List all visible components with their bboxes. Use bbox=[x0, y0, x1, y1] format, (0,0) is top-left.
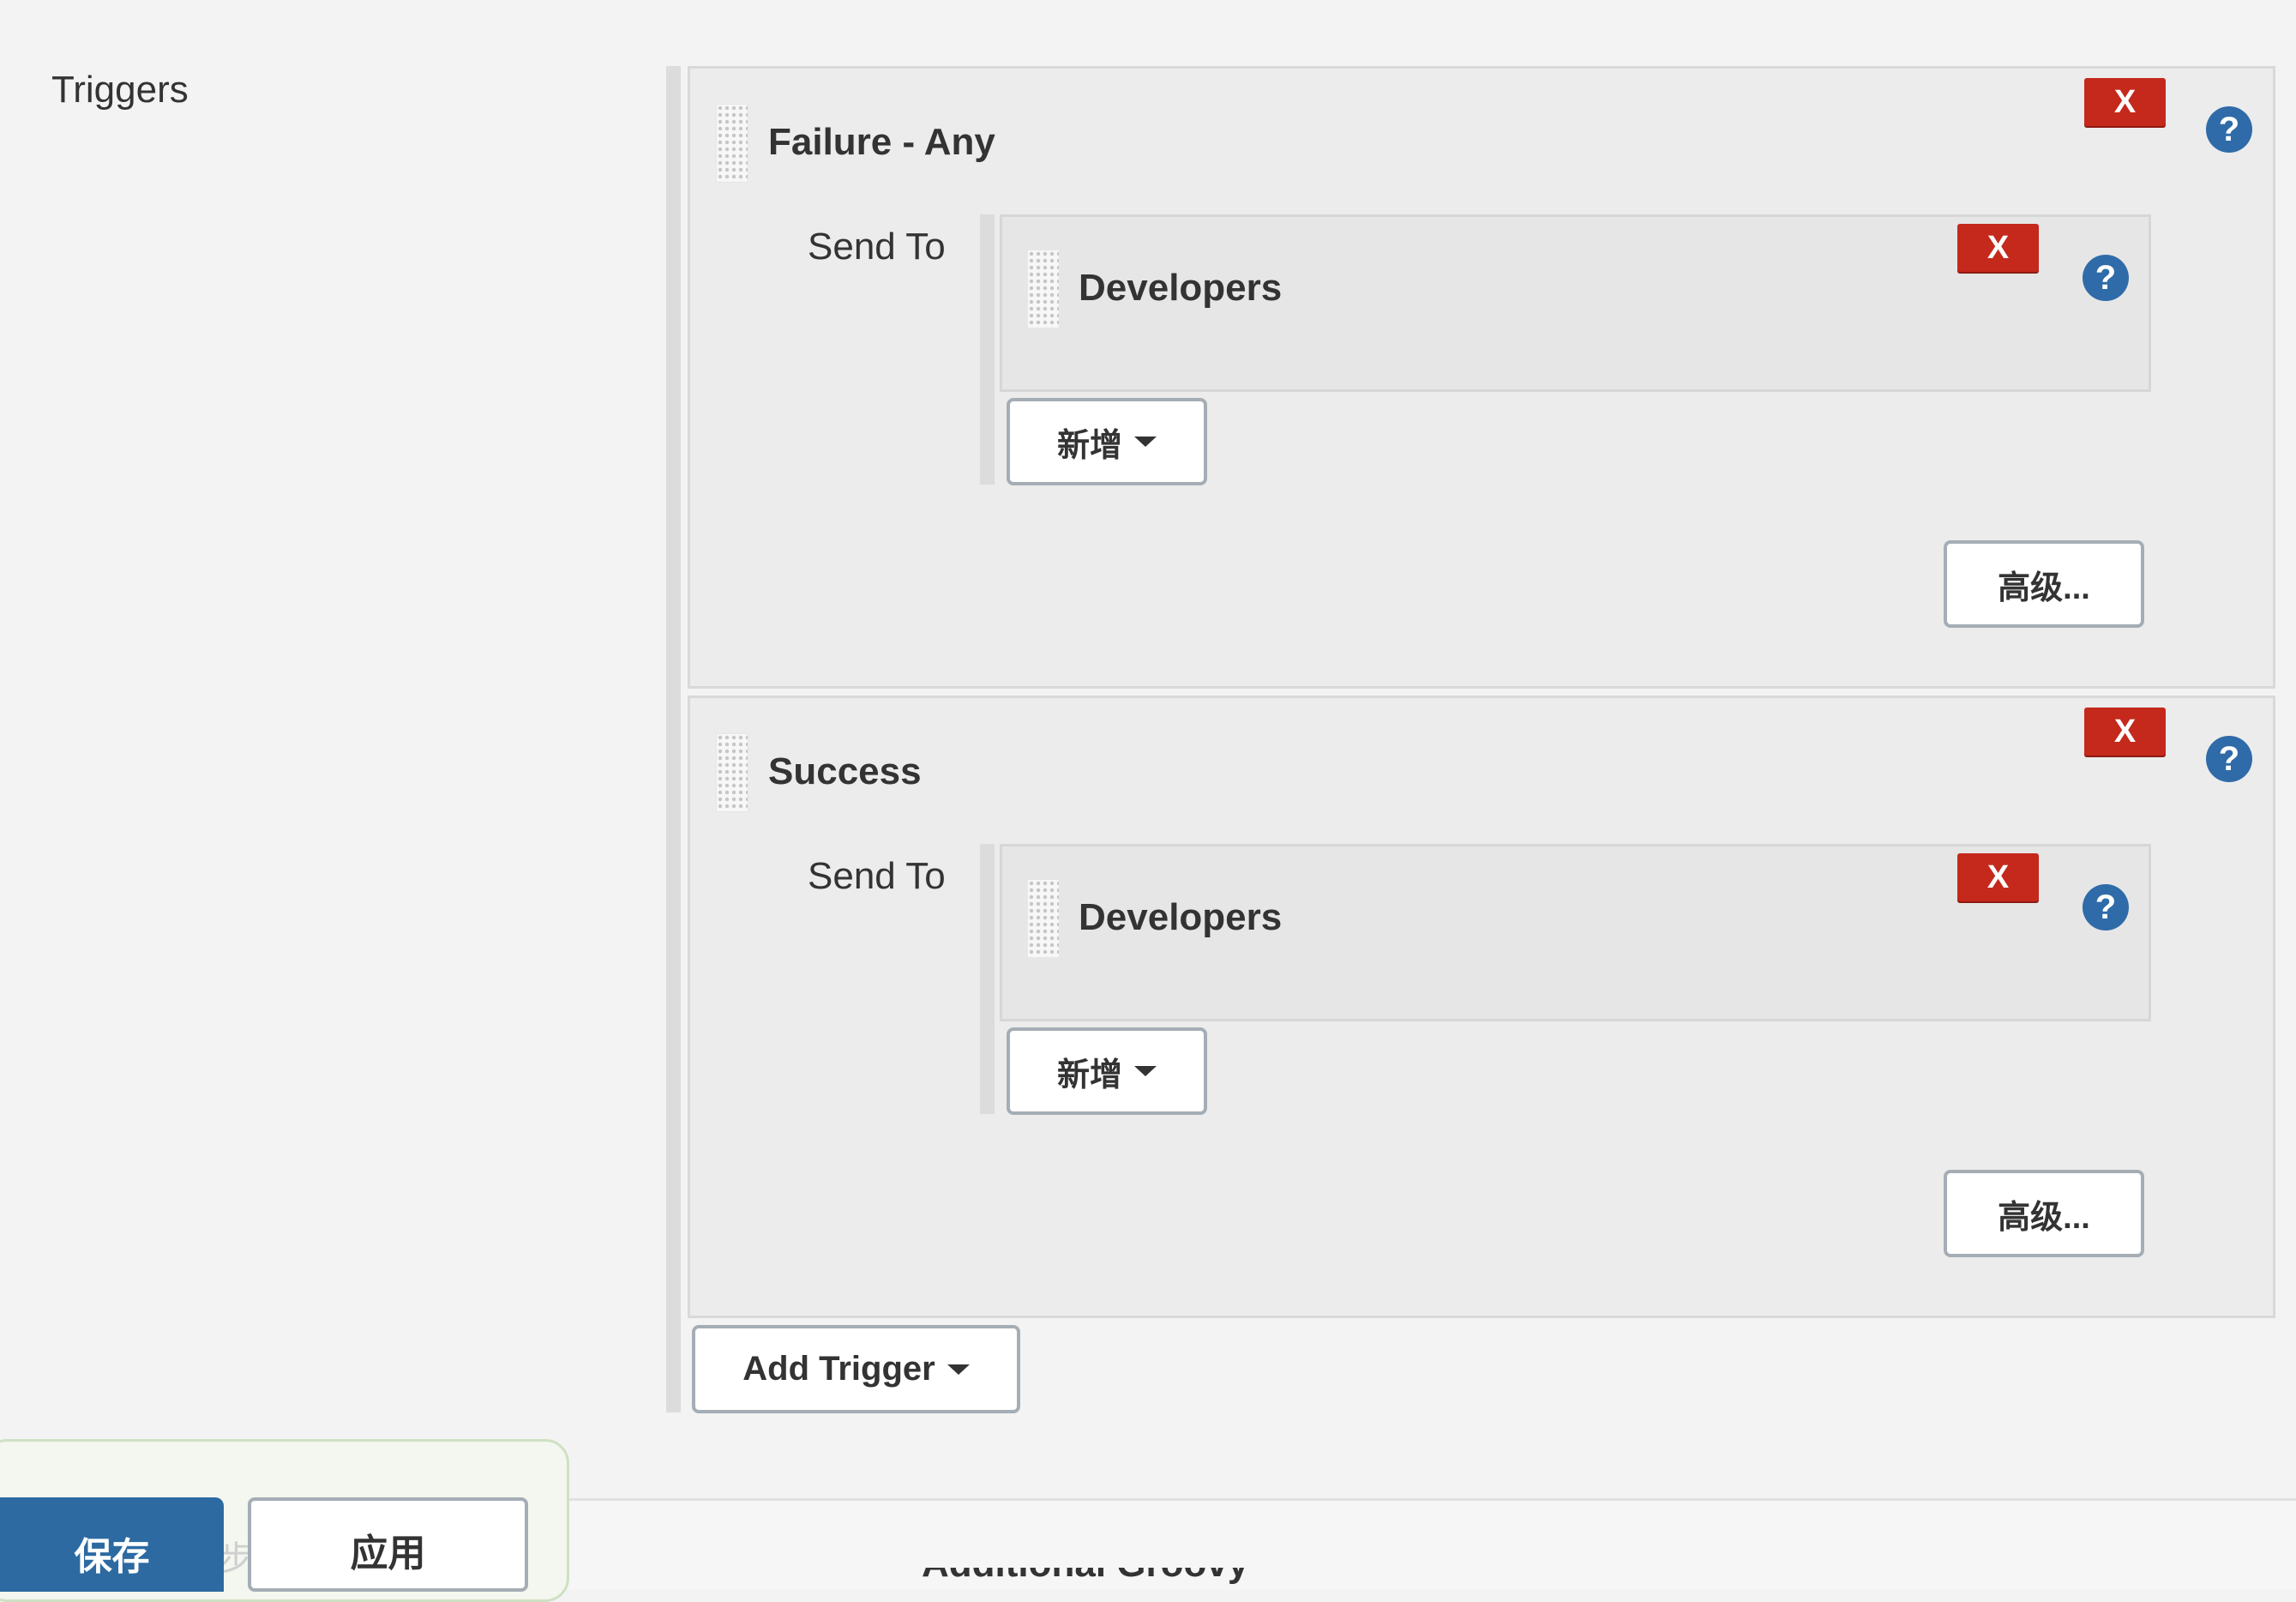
help-icon[interactable]: ? bbox=[2206, 106, 2252, 153]
delete-trigger-button[interactable]: X bbox=[2084, 78, 2166, 126]
trigger-title: Failure - Any bbox=[768, 121, 995, 163]
advanced-button[interactable]: 高级... bbox=[1944, 1170, 2144, 1257]
delete-recipient-button[interactable]: X bbox=[1957, 224, 2039, 272]
caret-down-icon bbox=[947, 1364, 970, 1375]
add-recipient-label: 新增 bbox=[1056, 1057, 1122, 1093]
add-recipient-dropdown-button[interactable]: 新增 bbox=[1007, 398, 1207, 485]
help-icon[interactable]: ? bbox=[2083, 884, 2129, 930]
add-recipient-dropdown-button[interactable]: 新增 bbox=[1007, 1027, 1207, 1115]
apply-button[interactable]: 应用 bbox=[248, 1497, 528, 1592]
help-icon[interactable]: ? bbox=[2206, 736, 2252, 782]
add-recipient-label: 新增 bbox=[1056, 427, 1122, 464]
trigger-title: Success bbox=[768, 750, 922, 792]
next-section-heading-text: Additional Groovy bbox=[922, 1568, 1248, 1583]
recipient-developers: Developers X ? bbox=[1000, 844, 2151, 1021]
trigger-block-failure-any: Failure - Any X ? Send To Developers X ?… bbox=[688, 66, 2275, 689]
next-section-heading: Additional Groovy bbox=[922, 1568, 1248, 1587]
send-to-label: Send To bbox=[808, 855, 946, 897]
drag-handle-icon[interactable] bbox=[1027, 879, 1060, 958]
recipient-developers: Developers X ? bbox=[1000, 214, 2151, 392]
delete-recipient-button[interactable]: X bbox=[1957, 853, 2039, 901]
send-to-label: Send To bbox=[808, 226, 946, 268]
drag-handle-icon[interactable] bbox=[1027, 250, 1060, 328]
help-icon[interactable]: ? bbox=[2083, 255, 2129, 301]
drag-handle-icon[interactable] bbox=[716, 733, 748, 812]
add-trigger-label: Add Trigger bbox=[742, 1350, 935, 1388]
send-to-repeatable-bar bbox=[980, 844, 995, 1114]
trigger-block-success: Success X ? Send To Developers X ? 新增 高级… bbox=[688, 696, 2275, 1318]
send-to-repeatable-bar bbox=[980, 214, 995, 485]
caret-down-icon bbox=[1134, 1066, 1157, 1076]
drag-handle-icon[interactable] bbox=[716, 104, 748, 183]
caret-down-icon bbox=[1134, 437, 1157, 447]
add-trigger-dropdown-button[interactable]: Add Trigger bbox=[692, 1325, 1020, 1413]
save-button[interactable]: 保存 bbox=[0, 1497, 224, 1592]
advanced-button[interactable]: 高级... bbox=[1944, 540, 2144, 628]
section-label-triggers: Triggers bbox=[51, 69, 189, 111]
recipient-name: Developers bbox=[1079, 896, 1283, 938]
triggers-repeatable-bar bbox=[666, 66, 681, 1412]
recipient-name: Developers bbox=[1079, 267, 1283, 309]
delete-trigger-button[interactable]: X bbox=[2084, 708, 2166, 756]
